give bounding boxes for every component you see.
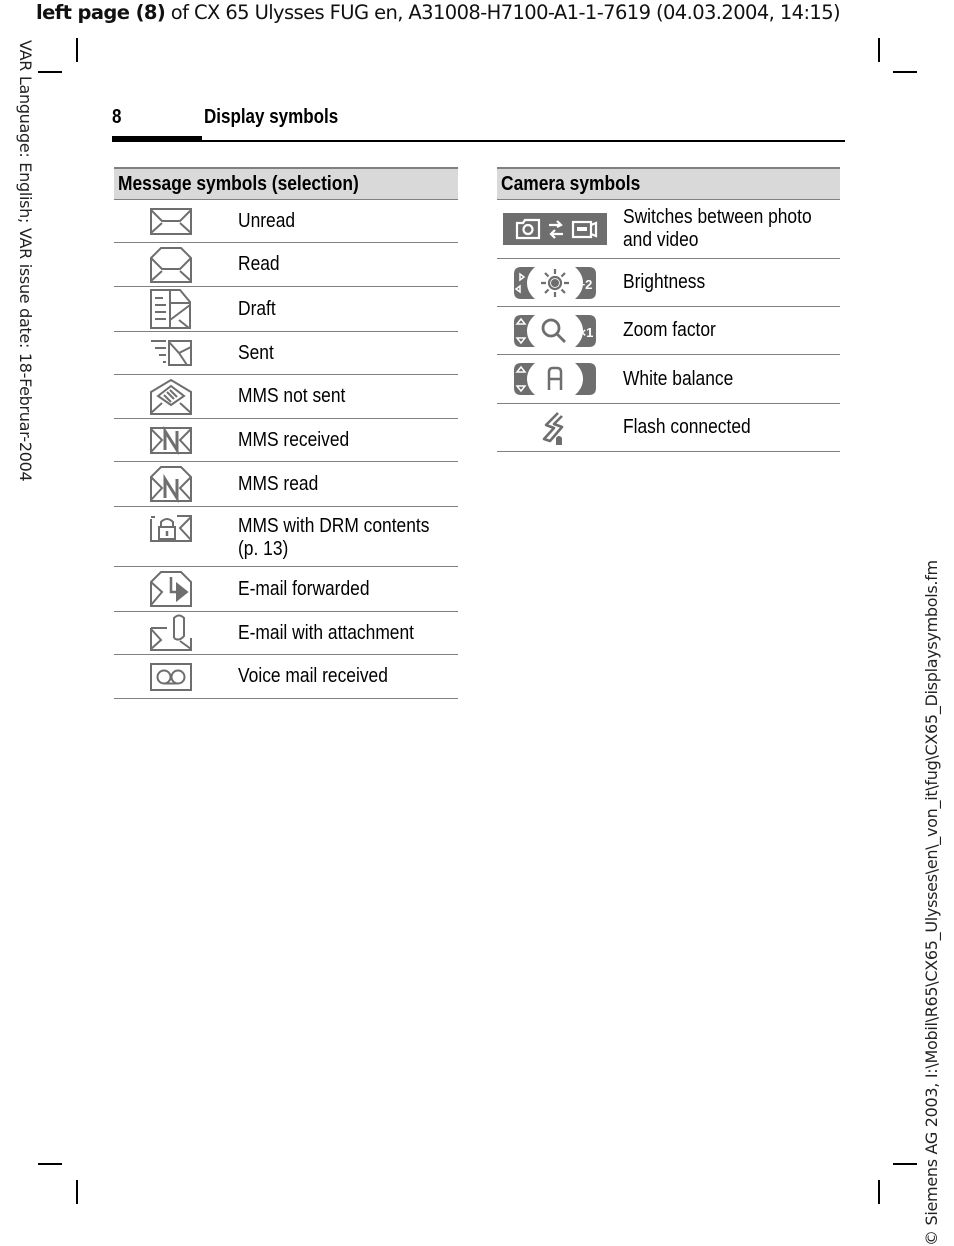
sent-icon: [150, 340, 192, 366]
table-row: Flash connected: [497, 403, 840, 452]
table-row: MMS received: [114, 418, 458, 462]
brightness-value: +2: [578, 277, 593, 292]
table-row: Read: [114, 242, 458, 287]
email-attachment-icon: [149, 614, 192, 651]
white-balance-icon: [514, 363, 596, 395]
row-label: Draft: [237, 297, 276, 320]
table-row: MMS not sent: [114, 374, 458, 419]
row-label: Switches between photo: [623, 206, 812, 228]
crop-mark: [893, 1163, 917, 1165]
row-label: Zoom factor: [623, 319, 716, 341]
row-label: MMS not sent: [237, 385, 346, 407]
row-label: Unread: [237, 209, 296, 232]
table-row: Switches between photo and video: [497, 199, 840, 259]
mms-not-sent-icon: [149, 378, 192, 415]
crop-mark: [878, 38, 880, 62]
mms-read-icon: [149, 466, 192, 503]
crop-mark: [878, 1180, 880, 1204]
voicemail-icon: [149, 662, 192, 691]
header-page-ref: left page (8): [36, 1, 166, 24]
crop-mark: [38, 1163, 62, 1165]
flash-connected-icon: [542, 411, 564, 445]
envelope-read-icon: [149, 246, 192, 283]
row-label: White balance: [623, 367, 734, 390]
row-label: Read: [237, 253, 280, 275]
crop-mark: [76, 38, 78, 62]
mms-drm-icon: [149, 515, 192, 542]
table-row: White balance: [497, 354, 840, 404]
row-label-page-ref: (p. 13): [237, 537, 289, 560]
side-note-left: VAR Language: English; VAR issue date: 1…: [9, 40, 35, 510]
table-row: E-mail forwarded: [114, 566, 458, 612]
heading-rule: [112, 140, 845, 142]
row-label: Brightness: [623, 271, 706, 293]
table-row: MMS with DRM contents (p. 13): [114, 506, 458, 567]
side-note-right: © Siemens AG 2003, I:\Mobil\R65\CX65_Uly…: [918, 520, 948, 1246]
crop-mark: [76, 1180, 78, 1204]
table-row: Sent: [114, 331, 458, 375]
brightness-icon: +2: [514, 266, 596, 299]
row-label: MMS received: [237, 428, 350, 451]
document-header-line: left page (8) of CX 65 Ulysses FUG en, A…: [36, 0, 841, 26]
message-symbols-table: Message symbols (selection) Unread Read …: [114, 167, 458, 699]
table-row: Draft: [114, 286, 458, 332]
row-label: MMS with DRM contents: [237, 514, 430, 537]
email-forwarded-icon: [149, 571, 192, 607]
draft-icon: [149, 289, 191, 329]
header-doc-info: of CX 65 Ulysses FUG en, A31008-H7100-A1…: [165, 1, 841, 24]
row-label-cont: and video: [623, 229, 699, 251]
table-row: E-mail with attachment: [114, 611, 458, 655]
crop-mark: [893, 71, 917, 73]
photo-video-switch-icon: [503, 213, 607, 245]
zoom-factor-icon: ×1: [514, 314, 596, 347]
mms-received-icon: [149, 425, 192, 455]
zoom-value: ×1: [579, 325, 594, 340]
var-language-note: VAR Language: English; VAR issue date: 1…: [16, 40, 35, 482]
page-title: Display symbols: [204, 106, 339, 128]
page-number: 8: [112, 106, 122, 128]
table-row: MMS read: [114, 461, 458, 507]
camera-table-heading: Camera symbols: [497, 167, 840, 200]
row-label: E-mail forwarded: [237, 577, 370, 600]
table-row: +2 Brightness: [497, 258, 840, 307]
table-row: Unread: [114, 199, 458, 243]
envelope-unread-icon: [149, 208, 192, 235]
file-path-note: © Siemens AG 2003, I:\Mobil\R65\CX65_Uly…: [922, 560, 941, 1246]
row-label: Sent: [237, 341, 274, 364]
message-table-heading: Message symbols (selection): [114, 167, 458, 200]
row-label: MMS read: [237, 472, 319, 495]
table-row: Voice mail received: [114, 654, 458, 699]
row-label: E-mail with attachment: [237, 621, 414, 644]
crop-mark: [38, 71, 62, 73]
row-label: Voice mail received: [237, 665, 388, 687]
table-row: ×1 Zoom factor: [497, 306, 840, 355]
camera-symbols-table: Camera symbols Switches between photo and…: [497, 167, 840, 452]
row-label: Flash connected: [623, 416, 751, 438]
